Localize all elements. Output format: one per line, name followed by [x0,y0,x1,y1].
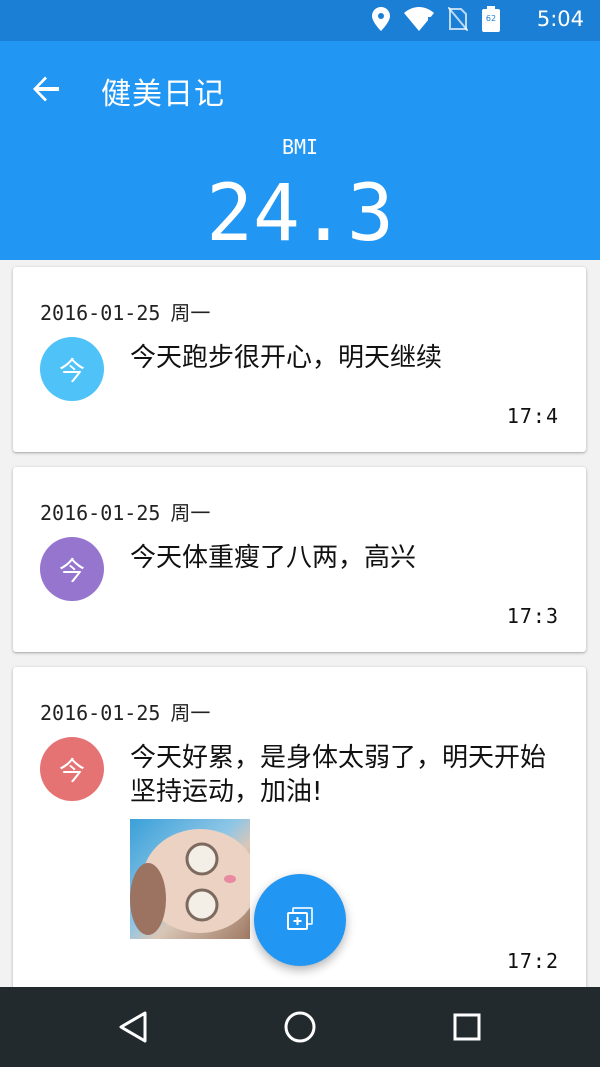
diary-entry-card[interactable]: 2016-01-25 周一 今 今天体重瘦了八两，高兴 17:3 [13,467,586,652]
avatar-letter: 今 [58,556,85,587]
avatar-letter: 今 [58,356,85,387]
entry-weekday: 周一 [170,501,211,525]
entry-text: 今天好累，是身体太弱了，明天开始坚持运动，加油! [130,743,547,807]
back-triangle-icon [119,1011,147,1043]
battery-level: 62 [485,14,497,23]
page-title: 健美日记 [101,77,225,112]
add-entry-fab[interactable] [254,874,346,966]
entry-date-line: 2016-01-25 周一 [40,497,210,526]
entry-time: 17:3 [506,604,559,628]
wifi-icon [404,7,434,35]
entry-date-line: 2016-01-25 周一 [40,697,210,726]
entry-avatar: 今 [40,737,104,801]
entry-weekday: 周一 [170,301,211,325]
entry-image[interactable] [130,819,250,939]
diary-entry-card[interactable]: 2016-01-25 周一 今 今天跑步很开心，明天继续 17:4 [13,267,586,452]
bmi-value: 24.3 [206,169,394,259]
nav-home-button[interactable] [280,1007,320,1047]
entry-date: 2016-01-25 [40,701,161,725]
bmi-label: BMI [281,135,319,159]
entry-time: 17:4 [506,404,559,428]
home-circle-icon [284,1011,316,1043]
system-nav-bar [0,987,600,1067]
entry-date-line: 2016-01-25 周一 [40,297,210,326]
status-bar: 62 5:04 [0,0,600,41]
status-icons: 62 [372,6,500,36]
add-photos-icon [287,907,313,930]
entry-date: 2016-01-25 [40,501,161,525]
entry-avatar: 今 [40,337,104,401]
recents-square-icon [453,1013,481,1041]
entry-avatar: 今 [40,537,104,601]
entry-weekday: 周一 [170,701,211,725]
avatar-letter: 今 [58,756,85,787]
battery-icon: 62 [482,6,500,36]
status-time: 5:04 [536,7,584,31]
entry-text: 今天跑步很开心，明天继续 [130,343,443,373]
entry-text: 今天体重瘦了八两，高兴 [130,543,417,573]
location-icon [372,7,390,35]
back-button[interactable] [20,63,72,115]
entry-time: 17:2 [506,949,559,973]
entry-date: 2016-01-25 [40,301,161,325]
cartoon-image-icon [130,829,250,935]
app-bar: 健美日记 BMI 24.3 [0,41,600,260]
arrow-back-icon [33,76,59,102]
nav-recents-button[interactable] [447,1007,487,1047]
nav-back-button[interactable] [113,1007,153,1047]
no-sim-icon [447,6,469,35]
